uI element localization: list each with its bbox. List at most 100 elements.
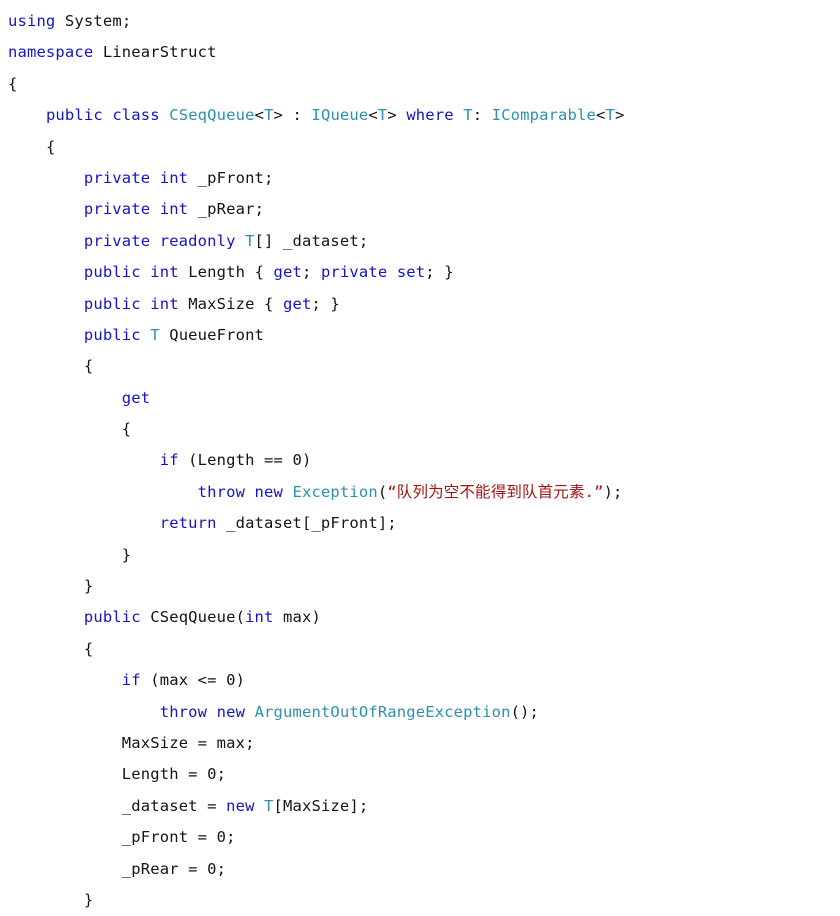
code-token-type: Exception <box>292 482 378 501</box>
code-token-ind <box>8 420 122 438</box>
code-token-punc: { <box>8 74 18 93</box>
code-token-punc <box>245 703 254 721</box>
code-token-kw: public <box>83 263 141 282</box>
code-token-ind <box>8 357 84 375</box>
code-listing[interactable]: using System; namespace LinearStruct{ pub… <box>0 0 840 909</box>
code-line: public T QueueFront <box>8 320 840 351</box>
code-token-ind <box>8 765 122 783</box>
code-token-kw: throw <box>159 702 208 721</box>
code-token-punc: ; <box>302 263 321 282</box>
code-token-kw: where <box>406 106 454 125</box>
code-token-ind <box>8 138 46 156</box>
code-token-punc: ( <box>140 671 160 690</box>
code-line: _dataset = new T[MaxSize]; <box>8 791 840 822</box>
code-token-punc: < <box>368 106 378 125</box>
code-token-punc: = <box>197 796 227 815</box>
code-line: MaxSize = max; <box>8 728 840 759</box>
code-token-punc <box>188 169 197 187</box>
code-token-punc: = <box>178 859 208 878</box>
code-token-punc <box>387 263 396 281</box>
code-token-id: MaxSize <box>121 733 189 752</box>
code-line: public int MaxSize { get; } <box>8 289 840 320</box>
code-token-ind <box>8 546 122 564</box>
code-token-punc: ; <box>264 168 274 187</box>
code-token-punc: <= <box>188 671 227 690</box>
code-token-punc: { <box>83 357 94 376</box>
code-line: } <box>8 540 840 571</box>
code-token-kw: private <box>320 263 388 282</box>
code-token-punc: > <box>273 106 284 125</box>
code-token-punc: [] <box>254 231 283 250</box>
code-token-punc <box>179 295 188 313</box>
code-token-kw: new <box>216 702 246 721</box>
code-token-ind <box>8 326 84 344</box>
code-token-id: max <box>216 733 246 752</box>
code-token-type: T <box>605 106 615 125</box>
code-token-str: “队列为空不能得到队首元素.” <box>387 482 604 501</box>
code-line: Length = 0; <box>8 759 840 790</box>
code-line: { <box>8 132 840 163</box>
code-token-id: System <box>64 12 122 30</box>
code-token-id: _dataset <box>121 796 198 815</box>
code-token-punc: ( <box>178 451 198 470</box>
code-token-num: 0 <box>292 451 302 470</box>
code-token-ind <box>8 200 84 218</box>
code-token-type: T <box>264 106 274 125</box>
code-token-ind <box>8 295 84 313</box>
code-token-ind <box>8 169 84 187</box>
code-token-punc: ; } <box>311 294 340 313</box>
code-token-punc: ]; <box>349 796 369 815</box>
code-token-ind <box>8 828 122 846</box>
code-token-id: _dataset <box>226 514 302 533</box>
code-token-punc <box>150 200 159 218</box>
code-token-kw: new <box>254 482 283 501</box>
code-token-id: _dataset <box>283 231 359 250</box>
code-line: public class CSeqQueue<T> : IQueue<T> wh… <box>8 100 840 131</box>
code-line: if (max <= 0) <box>8 665 840 696</box>
code-token-punc <box>236 232 245 250</box>
code-token-kw: get <box>283 294 312 313</box>
code-token-punc: ; <box>216 765 227 784</box>
code-token-punc: : <box>283 106 312 125</box>
code-token-punc: ]; <box>377 514 397 533</box>
code-token-num: 0 <box>207 765 217 784</box>
code-token-type: ArgumentOutOfRangeException <box>254 702 511 721</box>
code-token-kw: namespace <box>8 43 94 62</box>
code-token-kw: set <box>396 263 426 282</box>
code-token-punc <box>217 514 226 532</box>
code-token-punc: < <box>254 106 265 125</box>
code-token-id: _pFront <box>311 514 378 533</box>
code-token-kw: get <box>121 388 151 407</box>
code-token-punc: = <box>178 765 208 784</box>
code-line: _pFront = 0; <box>8 822 840 853</box>
code-token-punc: { <box>245 263 274 282</box>
code-token-ind <box>8 671 122 689</box>
code-token-punc <box>150 169 159 187</box>
code-token-punc: ) <box>235 671 246 690</box>
code-line: public CSeqQueue(int max) <box>8 602 840 633</box>
code-token-num: 0 <box>207 859 217 878</box>
code-token-type: CSeqQueue <box>169 106 255 125</box>
code-line: { <box>8 634 840 665</box>
code-token-kw: int <box>150 263 179 282</box>
code-token-type: T <box>245 231 255 250</box>
code-token-punc: } <box>121 545 132 564</box>
code-line: if (Length == 0) <box>8 445 840 476</box>
code-token-kw: public <box>83 325 141 344</box>
code-token-id: _pFront <box>197 168 265 187</box>
code-token-type: T <box>264 796 274 815</box>
code-token-punc <box>141 608 150 626</box>
code-token-punc <box>150 232 159 250</box>
code-token-kw: new <box>226 796 255 815</box>
code-line: } <box>8 885 840 916</box>
code-token-punc: { <box>45 137 56 156</box>
code-token-punc: : <box>472 106 492 125</box>
code-token-punc: > <box>614 106 625 125</box>
code-token-punc: } <box>83 577 94 596</box>
code-token-id: MaxSize <box>188 294 255 313</box>
code-token-kw: private <box>83 168 151 187</box>
code-token-id: max <box>159 671 189 690</box>
code-token-punc: { <box>121 420 132 439</box>
code-line: throw new Exception(“队列为空不能得到队首元素.”); <box>8 477 840 508</box>
code-token-punc: = <box>188 828 217 847</box>
